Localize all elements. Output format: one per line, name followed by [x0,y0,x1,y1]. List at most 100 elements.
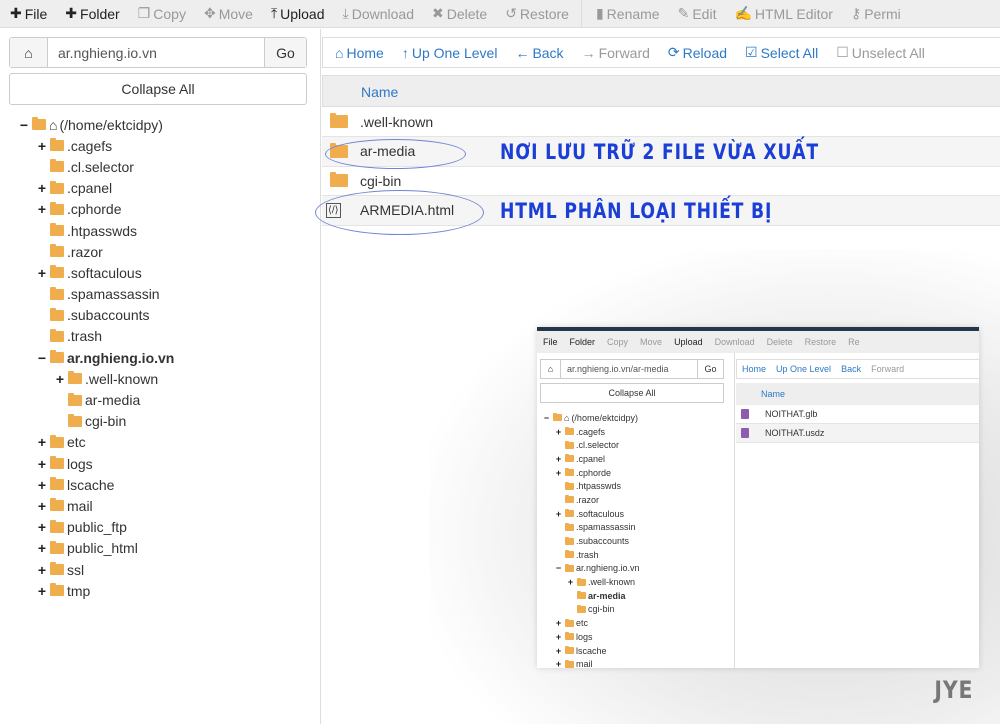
expand-icon[interactable]: + [36,456,48,472]
tree-item[interactable]: + .softaculous [0,262,320,283]
collapse-all-button[interactable]: Collapse All [9,73,307,105]
toolbar-permi-button[interactable]: ⚷ Permi [841,5,909,22]
tree-item[interactable]: + public_html [0,538,320,559]
nav-forward-button[interactable]: → Forward [570,45,656,61]
tree-item[interactable]: − ⌂ (/home/ektcidpy) [0,114,320,135]
tree-item[interactable]: + tmp [0,580,320,601]
tree-item[interactable]: .razor [0,241,320,262]
expand-icon[interactable]: + [36,138,48,154]
toolbar-upload-button[interactable]: ⤒ Upload [261,5,333,22]
inset-toolbar-item: Copy [607,337,629,347]
left-panel: ⌂ Go Collapse All −⌂(/home/ektcidpy)+.ca… [0,29,321,724]
expand-icon[interactable]: + [36,434,48,450]
tree-item-label: ar.nghieng.io.vn [67,349,175,366]
tree-item[interactable]: .spamassassin [0,284,320,305]
tree-item-label: logs [576,631,593,642]
folder-icon [50,540,64,554]
expand-icon[interactable]: + [36,201,48,217]
inset-file-name: NOITHAT.glb [765,409,818,419]
edit-icon: ✍ [734,5,752,21]
checkbox-checked-icon: ☑ [745,44,758,60]
tree-item-label: .well-known [588,577,636,588]
collapse-icon[interactable]: − [18,117,30,133]
nav-label: Back [532,44,564,61]
arrow-right-icon: → [581,44,596,61]
nav-up-one-level-button[interactable]: ↑ Up One Level [390,45,504,61]
expand-icon[interactable]: + [36,265,48,281]
inset-nav-item: Forward [871,364,905,374]
expand-icon[interactable]: + [36,583,48,599]
tree-item[interactable]: − ar.nghieng.io.vn [0,347,320,368]
collapse-icon: − [543,412,550,423]
copy-icon: ❐ [137,5,151,21]
tree-item[interactable]: + .well-known [0,368,320,389]
annotation-ellipse-armedia-html [315,190,484,235]
reload-icon: ⟳ [667,44,680,60]
toolbar-delete-button[interactable]: ✖ Delete [422,5,495,22]
toolbar-move-button[interactable]: ✥ Move [194,5,261,22]
nav-home-button[interactable]: ⌂ Home [323,45,390,61]
tree-item[interactable]: .subaccounts [0,305,320,326]
name-column-header[interactable]: Name [361,84,398,100]
nav-reload-button[interactable]: ⟳ Reload [656,44,733,61]
expand-icon[interactable]: + [36,498,48,514]
expand-icon: + [555,618,562,629]
table-header: Name [322,75,1000,107]
tree-item[interactable]: .cl.selector [0,156,320,177]
tree-item[interactable]: .trash [0,326,320,347]
annotation-ellipse-ar-media [325,139,466,169]
tree-item[interactable]: .htpasswds [0,220,320,241]
tree-item-label: lscache [576,645,607,656]
expand-icon[interactable]: + [36,519,48,535]
tree-item[interactable]: + etc [0,432,320,453]
home-icon: ⌂ [564,412,570,423]
toolbar-label: Permi [864,5,901,22]
expand-icon[interactable]: + [36,540,48,556]
file-name: cgi-bin [360,172,402,189]
tree-item[interactable]: + public_ftp [0,517,320,538]
expand-icon[interactable]: + [36,180,48,196]
nav-back-button[interactable]: ← Back [503,45,569,61]
tree-item[interactable]: + .cpanel [0,178,320,199]
tree-item: ar-media [537,589,640,603]
home-icon[interactable]: ⌂ [10,38,48,67]
toolbar-rename-button[interactable]: ▮ Rename [586,5,668,22]
tree-item[interactable]: cgi-bin [0,411,320,432]
expand-icon[interactable]: + [36,562,48,578]
tree-item[interactable]: + logs [0,453,320,474]
nav-label: Reload [682,44,728,61]
toolbar-html-editor-button[interactable]: ✍ HTML Editor [724,5,841,22]
path-input[interactable] [48,38,264,67]
tree-item[interactable]: + lscache [0,474,320,495]
toolbar-label: Edit [692,5,717,22]
expand-icon: + [555,453,562,464]
collapse-icon[interactable]: − [36,350,48,366]
nav-unselect-all-button[interactable]: ☐ Unselect All [824,44,931,61]
expand-icon: + [555,631,562,642]
go-button[interactable]: Go [264,38,306,67]
toolbar-copy-button[interactable]: ❐ Copy [128,5,194,22]
nav-select-all-button[interactable]: ☑ Select All [733,44,824,61]
tree-item[interactable]: + ssl [0,559,320,580]
toolbar-file-button[interactable]: ✚ File [0,5,55,22]
table-row[interactable]: .well-known [322,107,1000,137]
tree-item[interactable]: + mail [0,495,320,516]
toolbar-edit-button[interactable]: ✎ Edit [668,5,725,22]
expand-icon[interactable]: + [54,371,66,387]
toolbar-restore-button[interactable]: ↺ Restore [495,5,577,22]
arrow-left-icon: ← [515,44,530,61]
expand-icon[interactable]: + [36,477,48,493]
tree-item-label: .cl.selector [576,440,620,451]
undo-icon: ↺ [505,5,517,21]
inset-toolbar-item: Folder [569,337,596,347]
toolbar-folder-button[interactable]: ✚ Folder [55,5,127,22]
toolbar-divider [580,0,582,28]
folder-icon [50,583,64,597]
tree-item[interactable]: + .cphorde [0,199,320,220]
tree-item[interactable]: + .cagefs [0,135,320,156]
folder-icon [565,440,574,449]
tree-item[interactable]: ar-media [0,389,320,410]
tree-item-label: .cl.selector [67,158,134,175]
x-icon: ✖ [431,5,444,21]
toolbar-download-button[interactable]: ⤓ Download [333,5,422,22]
